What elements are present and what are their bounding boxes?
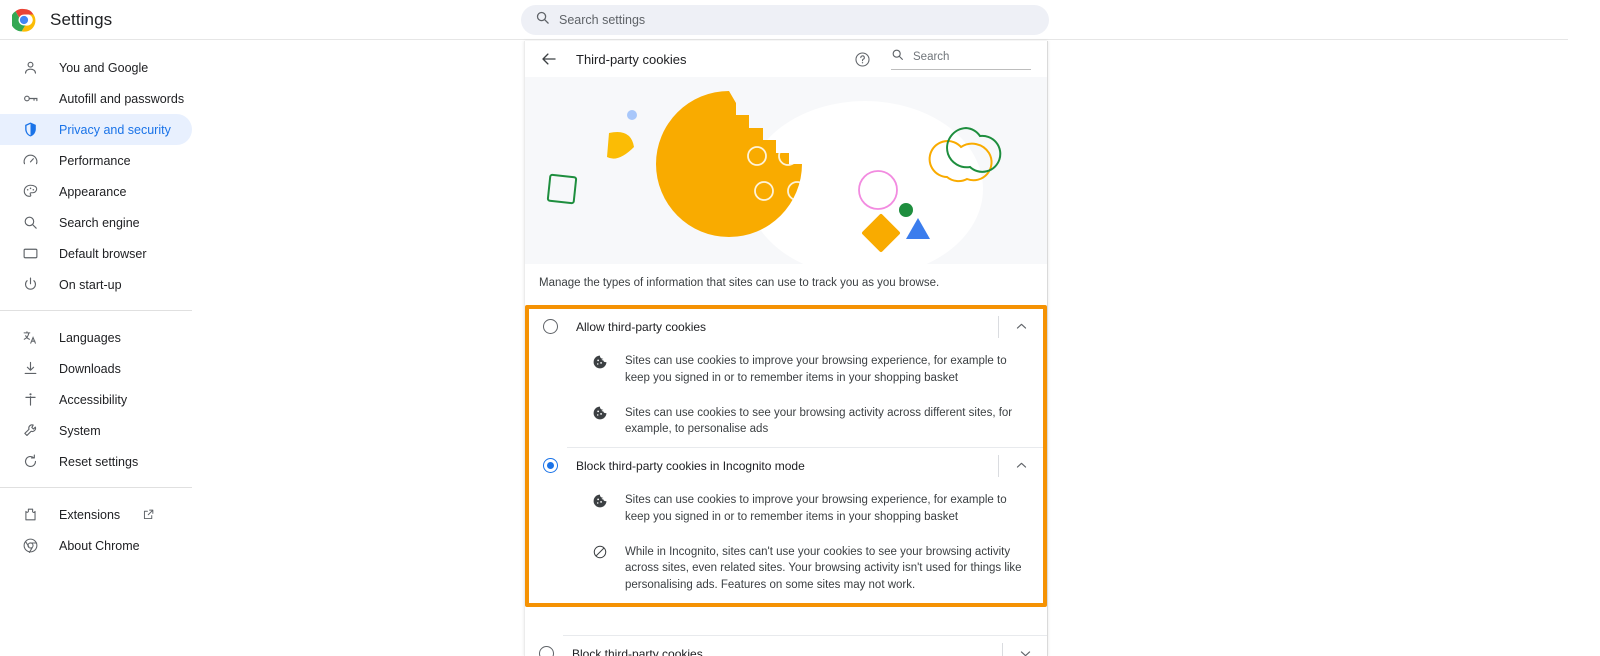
window-icon (20, 244, 40, 264)
option-bullet: Sites can use cookies to improve your br… (529, 344, 1043, 396)
sidebar-item-downloads[interactable]: Downloads (0, 353, 330, 384)
option-label: Block third-party cookies (572, 646, 703, 656)
option-actions (998, 309, 1043, 344)
sidebar-item-label: Default browser (59, 246, 147, 261)
sidebar-item-privacy-and-security[interactable]: Privacy and security (0, 114, 192, 145)
magnifier-icon (20, 213, 40, 233)
search-icon (535, 10, 550, 30)
search-icon (891, 48, 904, 66)
power-icon (20, 275, 40, 295)
page-header: Third-party cookies (525, 41, 1047, 77)
sidebar-item-appearance[interactable]: Appearance (0, 176, 330, 207)
sidebar-item-label: On start-up (59, 277, 122, 292)
sidebar-item-default-browser[interactable]: Default browser (0, 238, 330, 269)
option-allow-third-party-cookies[interactable]: Allow third-party cookies (529, 309, 1043, 344)
sidebar-item-label: Accessibility (59, 392, 128, 407)
cookie-icon (591, 405, 608, 422)
sidebar-item-accessibility[interactable]: Accessibility (0, 384, 330, 415)
sidebar-item-label: Extensions (59, 507, 121, 522)
radio-block-incognito[interactable] (543, 458, 558, 474)
sidebar-item-label: Downloads (59, 361, 121, 376)
option-bullet: While in Incognito, sites can't use your… (529, 535, 1043, 603)
page-title: Third-party cookies (576, 51, 687, 67)
cookie-icon (591, 353, 608, 370)
chevron-down-icon[interactable] (1003, 636, 1047, 656)
back-arrow-icon[interactable] (539, 49, 559, 69)
cookie-icon (591, 492, 608, 509)
sidebar-item-performance[interactable]: Performance (0, 145, 330, 176)
option-bullet: Sites can use cookies to see your browsi… (529, 396, 1043, 448)
option-bullet: Sites can use cookies to improve your br… (529, 483, 1043, 535)
chevron-up-icon[interactable] (999, 309, 1043, 344)
sidebar-item-about-chrome[interactable]: About Chrome (0, 530, 330, 561)
palette-icon (20, 182, 40, 202)
help-circle-icon[interactable] (854, 51, 871, 68)
option-bullet-text: Sites can use cookies to improve your br… (625, 494, 1007, 523)
option-block-third-party-cookies[interactable]: Block third-party cookies (525, 636, 1047, 656)
option-label: Block third-party cookies in Incognito m… (576, 458, 805, 473)
sidebar-item-label: Reset settings (59, 454, 139, 469)
chrome-outline-icon (20, 536, 40, 556)
option-label: Allow third-party cookies (576, 319, 707, 334)
extension-icon (20, 505, 40, 525)
sidebar: You and Google Autofill and passwords Pr… (0, 41, 330, 656)
sidebar-item-label: Search engine (59, 215, 140, 230)
chrome-logo-icon (10, 8, 36, 32)
sidebar-item-search-engine[interactable]: Search engine (0, 207, 330, 238)
page-header-actions (854, 48, 1031, 70)
top-bar: Settings (0, 0, 1568, 40)
third-party-cookies-options-highlight: Allow third-party cookies Sites can use … (525, 305, 1047, 608)
shield-icon (20, 120, 40, 140)
page-search-input[interactable] (913, 51, 1031, 63)
sidebar-item-reset-settings[interactable]: Reset settings (0, 446, 330, 477)
blocked-icon (591, 544, 608, 561)
key-icon (20, 89, 40, 109)
sidebar-item-label: Privacy and security (59, 122, 171, 137)
wrench-icon (20, 421, 40, 441)
person-icon (20, 58, 40, 78)
radio-block[interactable] (539, 646, 554, 656)
banner-caption: Manage the types of information that sit… (539, 277, 940, 289)
chevron-up-icon[interactable] (999, 448, 1043, 483)
sidebar-item-label: You and Google (59, 60, 149, 75)
option-bullet-text: Sites can use cookies to improve your br… (625, 355, 1007, 384)
brand: Settings (0, 8, 330, 32)
option-bullet-text: While in Incognito, sites can't use your… (625, 545, 1022, 592)
option-actions (1002, 636, 1047, 656)
option-block-section: Block third-party cookies (525, 635, 1047, 656)
app-title: Settings (50, 9, 113, 29)
option-bullet-text: Sites can use cookies to see your browsi… (625, 406, 1013, 436)
sidebar-item-languages[interactable]: Languages (0, 322, 330, 353)
accessibility-icon (20, 390, 40, 410)
sidebar-item-you-and-google[interactable]: You and Google (0, 52, 330, 83)
sidebar-divider (0, 310, 192, 311)
option-actions (998, 448, 1043, 483)
restore-icon (20, 452, 40, 472)
translate-icon (20, 328, 40, 348)
speedometer-icon (20, 151, 40, 171)
sidebar-divider (0, 487, 192, 488)
page-search-box[interactable] (891, 48, 1031, 70)
cookie-illustration (525, 77, 1047, 264)
sidebar-item-extensions[interactable]: Extensions (0, 499, 330, 530)
sidebar-item-label: Autofill and passwords (59, 91, 185, 106)
settings-search-box[interactable] (521, 5, 1049, 35)
settings-content-card: Third-party cookies Search Manage the ty… (524, 41, 1048, 656)
settings-window: Settings You and Google (0, 0, 1600, 656)
sidebar-item-on-start-up[interactable]: On start-up (0, 269, 330, 300)
radio-allow[interactable] (543, 319, 558, 334)
sidebar-item-label: Appearance (59, 184, 127, 199)
download-icon (20, 359, 40, 379)
option-block-third-party-cookies-in-incognito-mode[interactable]: Block third-party cookies in Incognito m… (529, 448, 1043, 483)
search-input[interactable] (559, 13, 1035, 27)
sidebar-item-label: System (59, 423, 101, 438)
sidebar-item-system[interactable]: System (0, 415, 330, 446)
sidebar-item-autofill-and-passwords[interactable]: Autofill and passwords (0, 83, 330, 114)
open-in-new-icon[interactable] (142, 508, 155, 521)
sidebar-item-label: Languages (59, 330, 121, 345)
sidebar-item-label: About Chrome (59, 538, 140, 553)
sidebar-item-label: Performance (59, 153, 131, 168)
